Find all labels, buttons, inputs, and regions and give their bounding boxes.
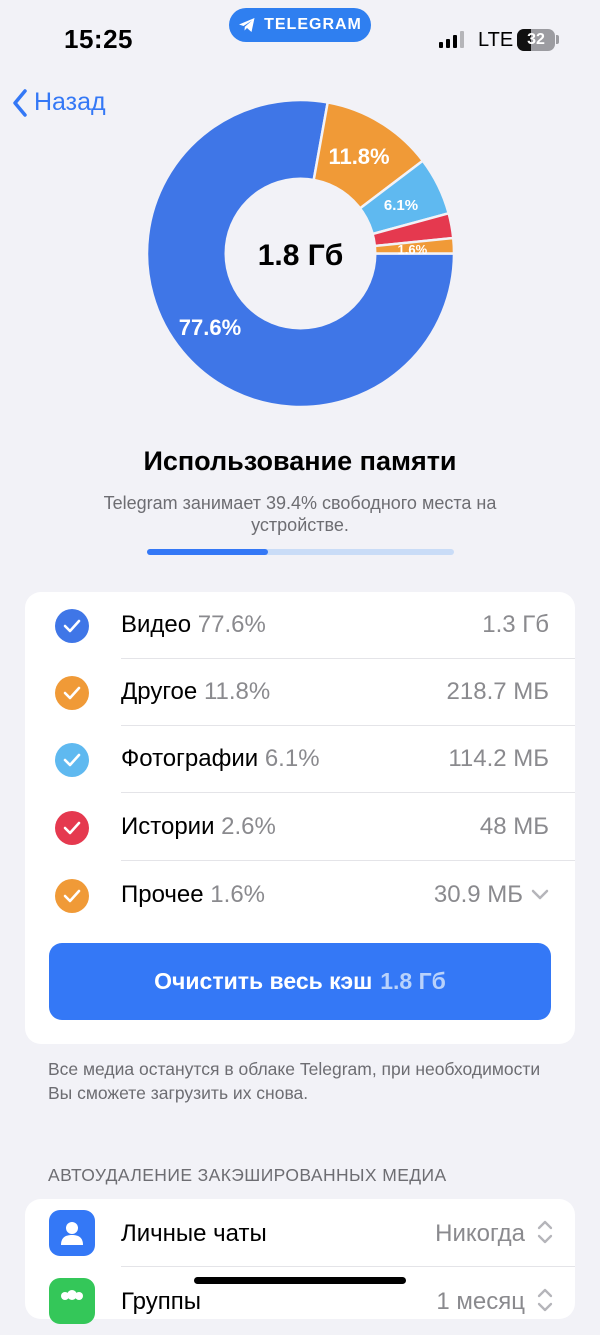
category-percent: 2.6% bbox=[221, 813, 276, 840]
signal-strength-icon bbox=[439, 30, 464, 48]
status-time: 15:25 bbox=[64, 24, 133, 54]
category-row-misc[interactable]: Прочее 1.6% 30.9 МБ bbox=[25, 862, 575, 929]
clear-button-label: Очистить весь кэш bbox=[154, 968, 373, 994]
cache-info-text: Все медиа останутся в облаке Telegram, п… bbox=[48, 1059, 541, 1103]
category-percent: 11.8% bbox=[203, 678, 271, 705]
category-size: 48 МБ bbox=[479, 813, 549, 840]
storage-subtitle: Telegram занимает 39.4% свободного места… bbox=[103, 493, 497, 535]
group-icon bbox=[49, 1278, 95, 1324]
category-name: Прочее bbox=[121, 881, 204, 908]
category-size: 30.9 МБ bbox=[433, 881, 523, 908]
person-icon bbox=[49, 1210, 95, 1256]
auto-delete-label: Группы bbox=[121, 1288, 201, 1315]
slice-label: 77.6% bbox=[179, 315, 241, 340]
up-down-chevron-icon bbox=[537, 1288, 553, 1312]
auto-delete-section-header: АВТОУДАЛЕНИЕ ЗАКЭШИРОВАННЫХ МЕДИА bbox=[48, 1165, 447, 1185]
category-row-stories[interactable]: Истории 2.6% 48 МБ bbox=[25, 794, 575, 861]
auto-delete-value: Никогда bbox=[435, 1220, 525, 1247]
network-type: LTE bbox=[478, 29, 514, 51]
auto-delete-row-private-chats[interactable]: Личные чаты Никогда bbox=[25, 1199, 575, 1267]
telegram-plane-icon bbox=[239, 18, 255, 32]
auto-delete-card: Личные чаты Никогда Группы 1 месяц bbox=[25, 1199, 575, 1324]
back-label: Назад bbox=[34, 88, 106, 116]
clear-button-amount: 1.8 Гб bbox=[380, 968, 446, 994]
storage-usage-fill bbox=[147, 549, 268, 555]
category-percent: 6.1% bbox=[264, 745, 320, 772]
total-size-label: 1.8 Гб bbox=[258, 239, 344, 272]
check-icon[interactable] bbox=[55, 676, 89, 710]
category-name: Видео bbox=[121, 611, 192, 638]
check-icon[interactable] bbox=[55, 811, 89, 845]
home-indicator bbox=[194, 1277, 406, 1284]
battery-level: 32 bbox=[527, 31, 545, 48]
page-title: Использование памяти bbox=[143, 446, 457, 476]
slice-label: 11.8% bbox=[328, 144, 389, 169]
category-size: 218.7 МБ bbox=[446, 678, 549, 705]
slice-label: 6.1% bbox=[384, 197, 418, 214]
category-percent: 1.6% bbox=[210, 881, 265, 908]
category-name: Истории bbox=[121, 813, 215, 840]
category-size: 1.3 Гб bbox=[482, 611, 549, 638]
app-pill-label: TELEGRAM bbox=[264, 16, 362, 33]
telegram-return-pill[interactable]: TELEGRAM bbox=[229, 8, 371, 42]
clear-all-cache-button[interactable]: Очистить весь кэш 1.8 Гб bbox=[49, 943, 551, 1020]
up-down-chevron-icon bbox=[537, 1220, 553, 1244]
category-row-photos[interactable]: Фотографии 6.1% 114.2 МБ bbox=[25, 726, 575, 793]
category-row-video[interactable]: Видео 77.6% 1.3 Гб bbox=[25, 592, 575, 659]
chevron-left-icon bbox=[13, 88, 27, 117]
check-icon[interactable] bbox=[55, 609, 89, 643]
cache-categories-card: Видео 77.6% 1.3 Гб Другое 11.8% 218.7 МБ… bbox=[25, 592, 575, 1044]
slice-label: 1.6% bbox=[398, 242, 428, 257]
category-size: 114.2 МБ bbox=[448, 745, 549, 772]
check-icon[interactable] bbox=[55, 743, 89, 777]
chevron-down-icon[interactable] bbox=[531, 889, 549, 901]
category-row-other[interactable]: Другое 11.8% 218.7 МБ bbox=[25, 659, 575, 726]
battery-cap bbox=[556, 35, 559, 44]
storage-donut-chart[interactable]: 77.6% 11.8% 6.1% 1.6% 1.8 Гб bbox=[147, 100, 454, 407]
category-percent: 77.6% bbox=[197, 611, 266, 638]
back-button[interactable]: Назад bbox=[12, 88, 106, 117]
row-divider bbox=[121, 860, 575, 861]
auto-delete-value: 1 месяц bbox=[436, 1288, 525, 1315]
auto-delete-label: Личные чаты bbox=[121, 1220, 267, 1247]
category-name: Другое bbox=[121, 678, 198, 705]
check-icon[interactable] bbox=[55, 879, 89, 913]
category-name: Фотографии bbox=[121, 745, 259, 772]
row-divider bbox=[121, 792, 575, 793]
storage-usage-bar bbox=[147, 549, 454, 555]
battery-icon: 32 bbox=[517, 29, 555, 51]
